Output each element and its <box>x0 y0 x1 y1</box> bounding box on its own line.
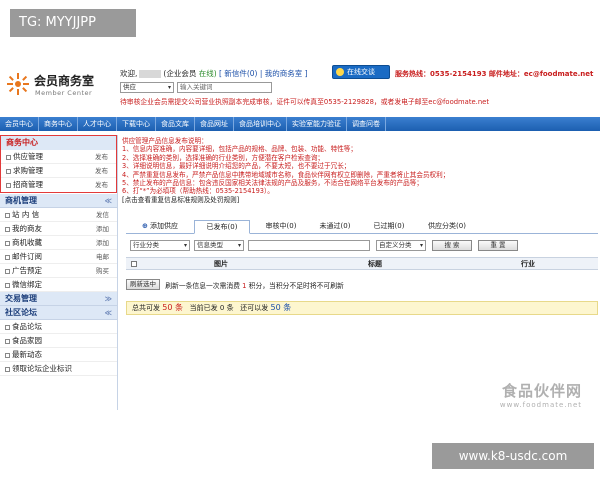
search-button[interactable]: 搜 索 <box>432 240 472 251</box>
nav-item[interactable]: 会员中心 <box>0 117 39 131</box>
tab-categories[interactable]: 供应分类(0) <box>418 220 476 234</box>
sidebar-item-favorites[interactable]: 商机收藏 添加 <box>0 236 117 250</box>
sidebar-item-forum-badge[interactable]: 领取论坛企业标识 <box>0 362 117 376</box>
audit-notice: 待审核企业会员需提交公司营业执照副本完成审核，证件可以传真至0535-21298… <box>120 98 489 106</box>
bullet-icon <box>5 282 10 288</box>
reset-button[interactable]: 重 置 <box>478 240 518 251</box>
logo[interactable]: 会员商务室 Member Center <box>6 70 116 104</box>
nav-item[interactable]: 食品网址 <box>195 117 234 131</box>
quota-total: 50 条 <box>162 303 183 312</box>
username-blurred <box>139 70 162 78</box>
publish-instructions: 供应管理产品信息发布说明： 1、信息内容准确，内容要详细，包括产品的规格、品牌、… <box>122 137 450 204</box>
publish-link[interactable]: 发布 <box>95 164 108 178</box>
welcome-prefix: 欢迎, <box>120 69 138 78</box>
col-industry: 行业 <box>521 260 535 268</box>
bullet-icon <box>6 154 11 160</box>
screenshot-area: 会员商务室 Member Center 欢迎, (企业会员 在线) [ 新信件(0… <box>0 60 600 410</box>
bullet-icon <box>5 352 10 358</box>
sidebar-item-home[interactable]: 食品家园 <box>0 334 117 348</box>
nav-item[interactable]: 下载中心 <box>117 117 156 131</box>
sidebar-item-ad-booking[interactable]: 广告预定 购买 <box>0 264 117 278</box>
filter-bar: 行业分类 信息类型 自定义分类 搜 索 重 置 <box>126 240 598 252</box>
bullet-icon <box>5 324 10 330</box>
search-type-select[interactable]: 供应 <box>120 82 174 93</box>
quota-posted: 0 条 <box>219 304 234 312</box>
sidebar-item-message[interactable]: 站 内 信发信 <box>0 208 117 222</box>
logo-title: 会员商务室 <box>34 74 95 88</box>
sidebar-item-forum[interactable]: 食品论坛 <box>0 320 117 334</box>
refresh-selected-button[interactable]: 刷新选中 <box>126 279 160 290</box>
sidebar-item-investment[interactable]: 招商管理 发布 <box>1 178 116 192</box>
tab-add-supply[interactable]: ⊕ 添加供应 <box>130 220 190 234</box>
sidebar-group-biz[interactable]: 商务中心 <box>1 136 116 150</box>
collapse-icon[interactable]: ≪ <box>105 306 112 320</box>
chat-button-label: 在线交谈 <box>347 68 375 76</box>
industry-select[interactable]: 行业分类 <box>130 240 190 251</box>
sidebar-group-mgmt[interactable]: 商机管理 ≪ <box>0 194 117 208</box>
col-title: 标题 <box>368 260 382 268</box>
welcome-bar: 欢迎, (企业会员 在线) [ 新信件(0) | 我的商务室 ] <box>120 68 308 79</box>
biz-center-highlight: 商务中心 供应管理 发布 求购管理 发布 招商管理 发布 <box>0 135 117 193</box>
online-chat-button[interactable]: 在线交谈 <box>332 65 390 79</box>
nav-item[interactable]: 食品培训中心 <box>234 117 287 131</box>
sidebar-item-friends[interactable]: 我的商友 添加 <box>0 222 117 236</box>
bullet-icon <box>6 168 11 174</box>
bottom-watermark: www.k8-usdc.com <box>432 443 594 469</box>
bullet-icon <box>5 338 10 344</box>
online-status: 在线) <box>198 69 217 78</box>
sidebar-item-wechat[interactable]: 微信绑定 <box>0 278 117 292</box>
welcome-links[interactable]: [ 新信件(0) | 我的商务室 ] <box>219 69 308 78</box>
table-header: 图片 标题 行业 <box>126 257 598 270</box>
refresh-row: 刷新选中 刷新一条信息一次需消费 1 积分，当积分不足时将不可刷新 <box>126 279 344 291</box>
sidebar-item-purchase[interactable]: 求购管理 发布 <box>1 164 116 178</box>
main-content: 供应管理产品信息发布说明： 1、信息内容准确，内容要详细，包括产品的规格、品牌、… <box>120 135 600 410</box>
quota-remaining: 50 条 <box>270 303 292 312</box>
bullet-icon <box>5 254 10 260</box>
custom-category-select[interactable]: 自定义分类 <box>376 240 426 251</box>
sidebar-item-mail-subscribe[interactable]: 邮件订阅 电邮 <box>0 250 117 264</box>
overlay-tag: TG: MYYJJPP <box>10 9 136 37</box>
quota-bar: 总共可发 50 条 当前已发 0 条 还可以发 50 条 <box>126 301 598 315</box>
bullet-icon <box>5 240 10 246</box>
search-input[interactable]: 输入关键词 <box>177 82 272 93</box>
logo-icon <box>7 73 29 95</box>
chat-icon <box>336 68 344 76</box>
refresh-hint: 刷新一条信息一次需消费 1 积分，当积分不足时将不可刷新 <box>165 281 344 290</box>
nav-item[interactable]: 商务中心 <box>39 117 78 131</box>
collapse-icon[interactable]: ≪ <box>105 194 112 208</box>
bullet-icon <box>5 212 10 218</box>
select-all-checkbox[interactable] <box>131 261 137 267</box>
service-hotline: 服务热线：0535-2154193 邮件地址：ec@foodmate.net <box>395 70 594 78</box>
bullet-icon <box>5 366 10 372</box>
sidebar: 商务中心 供应管理 发布 求购管理 发布 招商管理 发布 商机管理 ≪ 站 内 信发信 … <box>0 135 118 410</box>
tab-published[interactable]: 已发布(0) <box>194 220 250 234</box>
publish-link[interactable]: 发布 <box>95 178 108 192</box>
nav-item[interactable]: 实验室能力验证 <box>287 117 347 131</box>
keyword-input[interactable] <box>248 240 370 251</box>
bullet-icon <box>6 182 11 188</box>
col-image: 图片 <box>214 260 228 268</box>
nav-item[interactable]: 食品文库 <box>156 117 195 131</box>
collapse-icon[interactable]: ≫ <box>105 292 112 306</box>
sidebar-item-supply[interactable]: 供应管理 发布 <box>1 150 116 164</box>
info-type-select[interactable]: 信息类型 <box>194 240 244 251</box>
nav-item[interactable]: 调查问卷 <box>347 117 386 131</box>
tab-rejected[interactable]: 未通过(0) <box>310 220 360 234</box>
site-watermark: 食品伙伴网 www.foodmate.net <box>499 382 582 409</box>
logo-subtitle: Member Center <box>35 89 93 97</box>
sidebar-item-news[interactable]: 最新动态 <box>0 348 117 362</box>
status-tabs: ⊕ 添加供应 已发布(0) 审核中(0) 未通过(0) 已过期(0) 供应分类(… <box>126 220 598 234</box>
rules-link[interactable]: [点击查看重复信息标准规则及处罚规则] <box>122 196 449 204</box>
bullet-icon <box>5 226 10 232</box>
tab-reviewing[interactable]: 审核中(0) <box>256 220 306 234</box>
nav-item[interactable]: 人才中心 <box>78 117 117 131</box>
welcome-role: (企业会员 <box>163 69 197 78</box>
publish-link[interactable]: 发布 <box>95 150 108 164</box>
main-nav: 会员中心 商务中心 人才中心 下载中心 食品文库 食品网址 食品培训中心 实验室… <box>0 117 600 131</box>
add-icon: ⊕ <box>141 222 148 230</box>
bullet-icon <box>5 268 10 274</box>
tab-expired[interactable]: 已过期(0) <box>364 220 414 234</box>
sidebar-group-forum[interactable]: 社区论坛 ≪ <box>0 306 117 320</box>
sidebar-group-trade[interactable]: 交易管理 ≫ <box>0 292 117 306</box>
